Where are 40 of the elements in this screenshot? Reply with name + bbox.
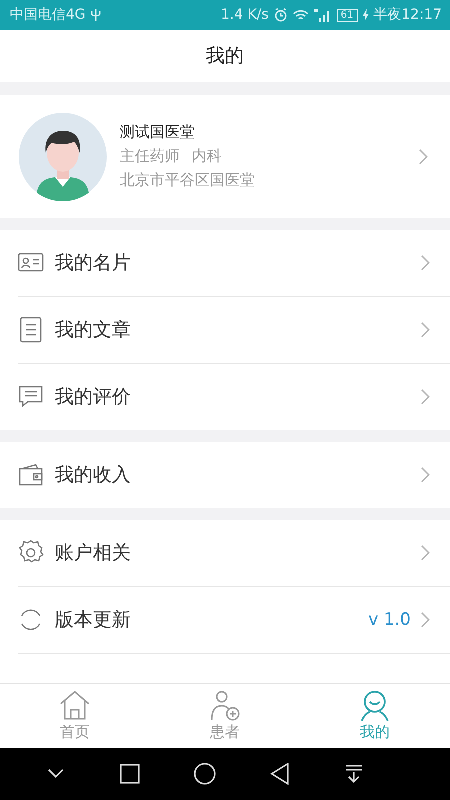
alarm-icon	[274, 8, 288, 22]
doctor-name: 测试国医堂	[120, 123, 196, 142]
network-speed: 1.4 K/s	[221, 7, 269, 23]
chevron-icon	[421, 389, 430, 405]
chevron-icon	[421, 322, 430, 338]
home-circle-icon[interactable]	[194, 763, 216, 785]
chevron-icon	[421, 255, 430, 271]
signal-icon	[314, 8, 332, 22]
menu-item[interactable]: 账户相关	[18, 520, 450, 587]
wallet-icon	[18, 462, 44, 488]
chevron-icon	[419, 148, 428, 164]
back-icon[interactable]	[270, 763, 290, 785]
carrier-label: 中国电信4G	[10, 6, 86, 24]
chevron-down-icon[interactable]	[47, 768, 66, 780]
menu-item[interactable]: 版本更新 v 1.0	[18, 587, 450, 654]
wifi-icon	[292, 8, 309, 22]
person-plus-icon	[209, 690, 241, 722]
page-title: 我的	[206, 44, 244, 69]
square-icon[interactable]	[120, 764, 140, 784]
chevron-icon	[421, 467, 430, 483]
comment-icon	[18, 384, 44, 410]
chevron-icon	[421, 612, 430, 628]
document-icon	[18, 317, 44, 343]
menu-item[interactable]: 我的名片	[18, 230, 450, 297]
house-icon	[59, 690, 91, 722]
usb-icon	[90, 8, 101, 22]
battery-indicator: 61	[336, 8, 358, 22]
menu-item[interactable]: 我的评价	[18, 364, 450, 430]
charging-icon	[362, 9, 369, 21]
version-label: v 1.0	[368, 610, 411, 630]
person-icon	[359, 690, 391, 722]
chevron-icon	[421, 545, 430, 561]
notification-pull-icon[interactable]	[344, 764, 363, 784]
menu-item[interactable]: 我的文章	[18, 297, 450, 364]
profile-card[interactable]: 测试国医堂 主任药师 内科 北京市平谷区国医堂	[0, 95, 450, 218]
doctor-department: 内科	[192, 147, 222, 166]
avatar-icon	[19, 112, 107, 200]
clock-time: 半夜12:17	[374, 6, 442, 24]
doctor-title: 主任药师	[120, 147, 180, 166]
hospital-name: 北京市平谷区国医堂	[120, 171, 256, 190]
